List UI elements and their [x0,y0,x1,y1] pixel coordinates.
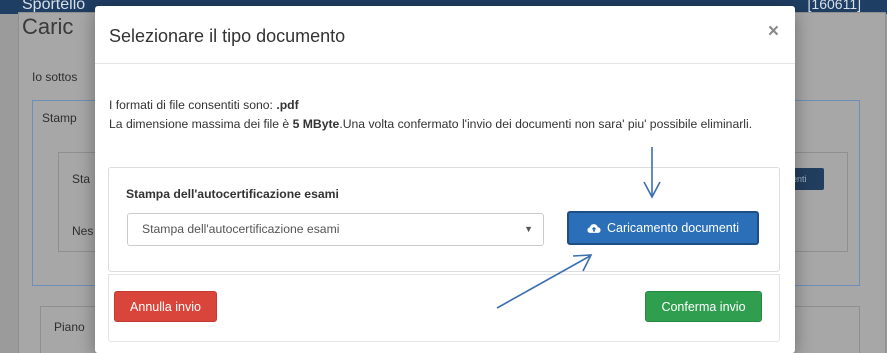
allowed-formats-value: .pdf [276,98,299,112]
max-size-value: 5 MByte [292,117,340,131]
document-panel-title: Stampa dell'autocertificazione esami [126,187,339,201]
confirm-submission-button[interactable]: Conferma invio [645,291,762,322]
caret-down-icon: ▼ [524,224,533,234]
cancel-submission-button[interactable]: Annulla invio [114,291,217,322]
allowed-formats-line: I formati di file consentiti sono: .pdf [109,96,769,115]
document-type-select[interactable]: Stampa dell'autocertificazione esami ▼ [127,213,544,246]
document-panel: Stampa dell'autocertificazione esami Sta… [108,167,780,272]
file-info-text: I formati di file consentiti sono: .pdf … [109,96,769,134]
background-panel-2-title: Piano [54,320,85,334]
background-user-id: [160611] [807,0,861,12]
document-type-selected-value: Stampa dell'autocertificazione esami [142,222,340,236]
max-size-note: .Una volta confermato l'invio dei docume… [339,117,753,131]
allowed-formats-label: I formati di file consentiti sono: [109,98,277,112]
max-size-label: La dimensione massima dei file è [109,117,293,131]
background-documents-button: enti [790,168,824,190]
close-icon[interactable]: × [768,22,779,41]
max-size-line: La dimensione massima dei file è 5 MByte… [109,115,769,134]
background-panel-title: Stamp [42,111,77,125]
background-card-title: Caric [22,14,74,39]
background-table-cell: Sta [72,172,91,186]
background-table-cell: Nes [72,224,94,238]
modal-header: Selezionare il tipo documento × [95,6,795,64]
modal-title: Selezionare il tipo documento [109,26,346,46]
cloud-upload-icon [587,223,601,233]
document-type-modal: Selezionare il tipo documento × I format… [95,6,795,353]
upload-documents-label: Caricamento documenti [606,221,739,235]
background-intro-text: Io sottos [32,70,78,84]
upload-documents-button[interactable]: Caricamento documenti [567,211,759,245]
